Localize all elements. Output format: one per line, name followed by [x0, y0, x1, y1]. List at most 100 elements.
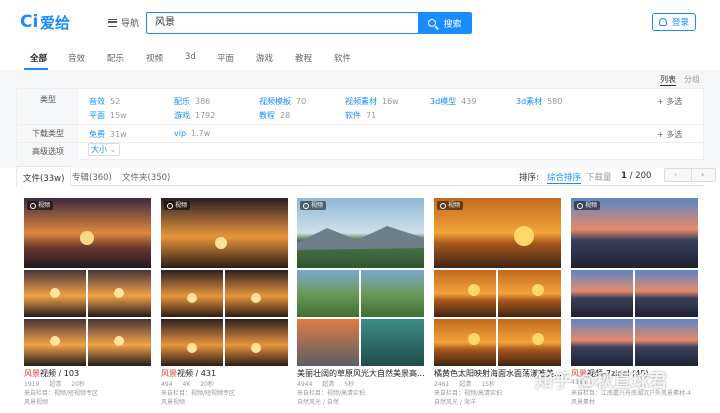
tab-game[interactable]: 游戏 — [256, 52, 273, 64]
view-group-option[interactable]: 分组 — [684, 74, 700, 86]
tab-3d[interactable]: 3d — [185, 52, 196, 62]
duration-label: 5秒 — [344, 381, 355, 388]
card-title[interactable]: 风景视频 / 431 — [161, 368, 288, 379]
card-tag[interactable]: 风景视频 — [161, 397, 288, 406]
search-input[interactable]: 风景 — [146, 12, 418, 34]
site-logo[interactable]: Ci 爱给 — [20, 12, 70, 32]
video-badge: 视频 — [437, 201, 464, 210]
prev-page-icon[interactable]: ‹ — [674, 170, 677, 179]
sea-sunset-thumbnail-image — [434, 198, 561, 366]
result-card[interactable]: 视频 风景视频 / 103 1919 超清 20秒 来自栏目：视频/短视频专区 风景… — [24, 198, 151, 413]
top-header: Ci 爱给 导航 风景 搜索 登录 — [0, 0, 720, 44]
video-badge: 视频 — [574, 201, 601, 210]
video-thumbnail[interactable]: 视频 — [24, 198, 151, 366]
lake-dusk-thumbnail-image — [571, 198, 698, 366]
card-meta: 4944 超清 5秒 — [297, 379, 424, 388]
views-count: 2461 — [434, 381, 450, 388]
tab-video[interactable]: 视频 — [146, 52, 163, 64]
pager-divider — [691, 169, 692, 181]
views-count: 494 — [161, 381, 173, 388]
tab-albums[interactable]: 专辑(360) — [72, 171, 112, 183]
video-badge: 视频 — [164, 201, 191, 210]
page-indicator: 1 / 200 — [621, 171, 652, 181]
filter-type-item[interactable]: 音效 52 — [89, 96, 120, 107]
download-multiselect-button[interactable]: + 多选 — [657, 129, 682, 140]
result-card[interactable]: 视频 美丽壮阔的草原风光大自然美景高... 4944 超清 5秒 来自栏目：视频/高… — [297, 198, 424, 413]
play-icon — [30, 202, 36, 209]
card-tag[interactable]: 风景素材 — [571, 397, 698, 406]
nav-menu-button[interactable]: 导航 — [108, 16, 139, 29]
menu-icon — [108, 18, 117, 27]
login-label: 登录 — [671, 18, 689, 28]
duration-label: 20秒 — [71, 381, 85, 388]
tab-sound-effects[interactable]: 音效 — [68, 52, 85, 64]
view-list-option[interactable]: 列表 — [660, 74, 676, 86]
filter-type-item[interactable]: 3d素材 580 — [516, 96, 562, 107]
tab-music[interactable]: 配乐 — [107, 52, 124, 64]
filter-type-item[interactable]: 3d模型 439 — [430, 96, 476, 107]
logo-text: 爱给 — [40, 13, 71, 32]
tab-files[interactable]: 文件(33w) — [16, 166, 72, 187]
tab-graphic[interactable]: 平面 — [217, 52, 234, 64]
row-divider — [16, 124, 704, 125]
tab-software[interactable]: 软件 — [334, 52, 351, 64]
category-tabs: 全部 音效 配乐 视频 3d 平面 游戏 教程 软件 — [0, 44, 720, 70]
tab-folders[interactable]: 文件夹(350) — [122, 171, 170, 183]
card-tag[interactable]: 风景视频 — [24, 397, 151, 406]
user-icon — [658, 18, 667, 26]
sort-downloads-option[interactable]: 下载量 — [586, 171, 612, 183]
filter-type-item[interactable]: 游戏 1792 — [174, 110, 215, 121]
nav-label: 导航 — [121, 19, 140, 29]
filter-type-item[interactable]: 教程 28 — [259, 110, 290, 121]
quality-label: 超清 — [49, 381, 62, 388]
duration-label: 20秒 — [200, 381, 214, 388]
watermark-text: 知乎 @秋直球君 — [535, 371, 668, 392]
quality-label: 4K — [182, 381, 191, 388]
card-meta: 1919 超清 20秒 — [24, 379, 151, 388]
card-source[interactable]: 来自栏目：视频/短视频专区 — [24, 388, 151, 397]
search-button[interactable]: 搜索 — [418, 12, 472, 34]
type-multiselect-button[interactable]: + 多选 — [657, 96, 682, 107]
video-thumbnail[interactable]: 视频 — [297, 198, 424, 366]
play-icon — [440, 202, 446, 209]
size-select[interactable]: 大小 ⌄ — [88, 143, 120, 156]
play-icon — [303, 202, 309, 209]
tab-all[interactable]: 全部 — [30, 52, 47, 64]
sort-default-option[interactable]: 综合排序 — [547, 171, 582, 184]
search-icon — [428, 19, 437, 27]
play-icon — [577, 202, 583, 209]
sunset-thumbnail-image — [24, 198, 151, 366]
quality-label: 超清 — [322, 381, 335, 388]
filter-download-item[interactable]: vip 1.7w — [174, 129, 210, 138]
card-source[interactable]: 来自栏目：视频/高清实拍 — [297, 388, 424, 397]
tab-tutorial[interactable]: 教程 — [295, 52, 312, 64]
video-thumbnail[interactable]: 视频 — [571, 198, 698, 366]
type-row-label: 类型 — [17, 89, 79, 125]
chevron-down-icon: ⌄ — [109, 145, 117, 154]
quality-label: 超清 — [459, 381, 472, 388]
video-thumbnail[interactable]: 视频 — [434, 198, 561, 366]
card-title[interactable]: 美丽壮阔的草原风光大自然美景高... — [297, 368, 424, 379]
result-toolbar: 文件(33w) 专辑(360) 文件夹(350) 排序: 综合排序 下载量 1 … — [16, 164, 716, 187]
next-page-icon[interactable]: › — [701, 170, 704, 179]
video-thumbnail[interactable]: 视频 — [161, 198, 288, 366]
views-count: 4944 — [297, 381, 313, 388]
login-button[interactable]: 登录 — [652, 13, 696, 31]
filter-download-item[interactable]: 免费 31w — [89, 129, 127, 140]
card-tag[interactable]: 自然风光 / 海洋 — [434, 397, 561, 406]
filter-type-item[interactable]: 配乐 386 — [174, 96, 210, 107]
card-title[interactable]: 风景视频 / 103 — [24, 368, 151, 379]
sunset-birds-thumbnail-image — [161, 198, 288, 366]
result-card[interactable]: 视频 风景视频 / 431 494 4K 20秒 来自栏目：视频/短视频专区 风景视… — [161, 198, 288, 413]
card-tag[interactable]: 自然风光 / 自然 — [297, 397, 424, 406]
card-source[interactable]: 来自栏目：视频/短视频专区 — [161, 388, 288, 397]
filter-type-item[interactable]: 软件 71 — [345, 110, 376, 121]
card-meta: 494 4K 20秒 — [161, 379, 288, 388]
video-badge: 视频 — [27, 201, 54, 210]
filter-type-item[interactable]: 视频模板 70 — [259, 96, 306, 107]
filter-type-item[interactable]: 平面 15w — [89, 110, 127, 121]
views-count: 1919 — [24, 381, 40, 388]
filter-type-item[interactable]: 视频素材 16w — [345, 96, 399, 107]
download-row-label: 下载类型 — [17, 125, 79, 143]
pager: ‹ › — [664, 168, 716, 182]
